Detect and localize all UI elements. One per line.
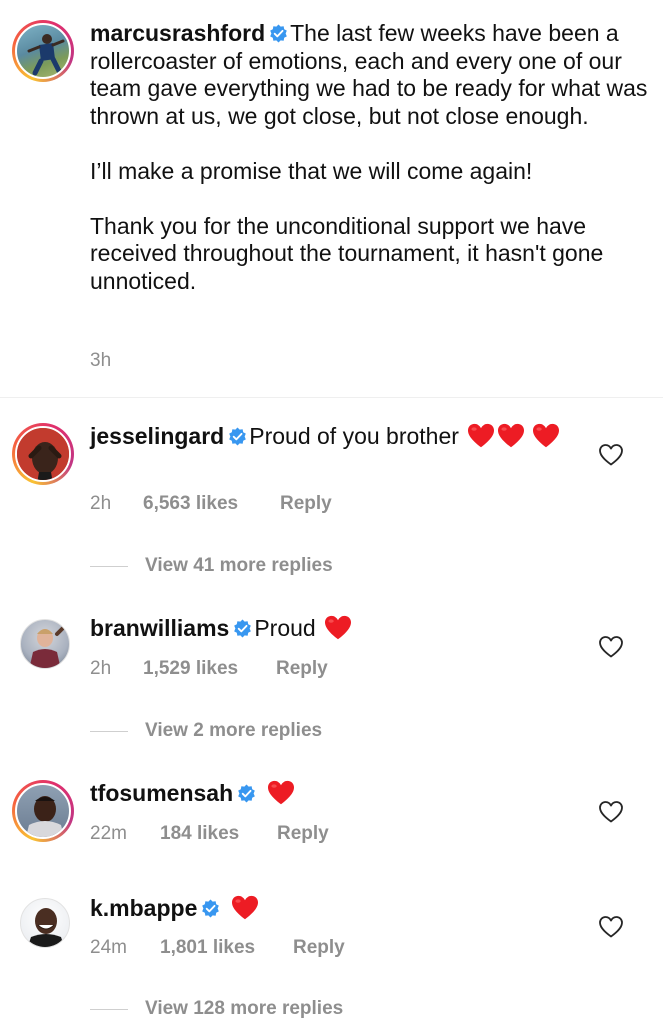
like-heart-icon[interactable] — [598, 443, 624, 467]
caption-text: I’ll make a promise that we will come ag… — [90, 157, 533, 184]
view-replies-button[interactable]: View 128 more replies — [90, 998, 343, 1020]
comment-timestamp: 2h — [90, 658, 112, 679]
comment-text: Proud of you brother — [249, 423, 459, 449]
username-link[interactable]: tfosumensah — [90, 780, 233, 806]
view-replies-button[interactable]: View 2 more replies — [90, 720, 322, 742]
view-replies-label: View 128 more replies — [145, 998, 344, 1019]
caption-timestamp: 3h — [90, 350, 112, 371]
avatar[interactable] — [20, 898, 70, 948]
like-count[interactable]: 184 likes — [160, 823, 239, 845]
reply-button[interactable]: Reply — [280, 493, 332, 515]
avatar[interactable] — [12, 20, 74, 82]
reply-button[interactable]: Reply — [276, 658, 328, 680]
view-replies-button[interactable]: View 41 more replies — [90, 555, 333, 577]
comment-text: Proud — [254, 615, 316, 641]
like-heart-icon[interactable] — [598, 915, 624, 939]
avatar-photo — [17, 428, 69, 480]
like-heart-icon[interactable] — [598, 635, 624, 659]
verified-badge-icon — [237, 784, 256, 803]
reply-button[interactable]: Reply — [277, 823, 329, 845]
like-count[interactable]: 1,529 likes — [143, 658, 238, 680]
view-replies-label: View 41 more replies — [145, 555, 333, 576]
red-heart-emoji — [532, 423, 560, 449]
avatar[interactable] — [12, 423, 74, 485]
comment-body: k.mbappe — [90, 893, 580, 923]
username-link[interactable]: branwilliams — [90, 615, 229, 641]
red-heart-emoji — [324, 615, 352, 641]
verified-badge-icon — [228, 427, 247, 446]
verified-badge-icon — [269, 24, 288, 43]
avatar-photo — [26, 796, 64, 837]
divider — [90, 1008, 128, 1010]
like-count[interactable]: 1,801 likes — [160, 937, 255, 959]
comment-timestamp: 2h — [90, 493, 112, 514]
post-caption: marcusrashford The last few weeks have be… — [90, 20, 650, 295]
comment-timestamp: 22m — [90, 823, 127, 844]
red-heart-emoji — [497, 423, 525, 449]
username-link[interactable]: jesselingard — [90, 423, 224, 449]
like-count[interactable]: 6,563 likes — [143, 493, 238, 515]
view-replies-label: View 2 more replies — [145, 720, 323, 741]
avatar-photo — [27, 34, 65, 76]
username-link[interactable]: k.mbappe — [90, 895, 197, 921]
red-heart-emoji — [467, 423, 495, 449]
red-heart-emoji — [231, 895, 259, 921]
avatar-photo — [29, 624, 67, 668]
red-heart-emoji — [267, 780, 295, 806]
avatar[interactable] — [12, 780, 74, 842]
verified-badge-icon — [201, 899, 220, 918]
avatar[interactable] — [20, 619, 70, 669]
caption-text: Thank you for the unconditional support … — [90, 212, 604, 294]
comment-body: tfosumensah — [90, 778, 580, 808]
like-heart-icon[interactable] — [598, 800, 624, 824]
divider — [0, 397, 663, 398]
divider — [90, 565, 128, 567]
comment-body: jesselingard Proud of you brother — [90, 421, 580, 451]
username-link[interactable]: marcusrashford — [90, 20, 265, 46]
divider — [90, 730, 128, 732]
comment-timestamp: 24m — [90, 937, 127, 958]
comment-body: branwilliams Proud — [90, 613, 580, 643]
reply-button[interactable]: Reply — [293, 937, 345, 959]
verified-badge-icon — [233, 619, 252, 638]
avatar-photo — [27, 908, 65, 947]
